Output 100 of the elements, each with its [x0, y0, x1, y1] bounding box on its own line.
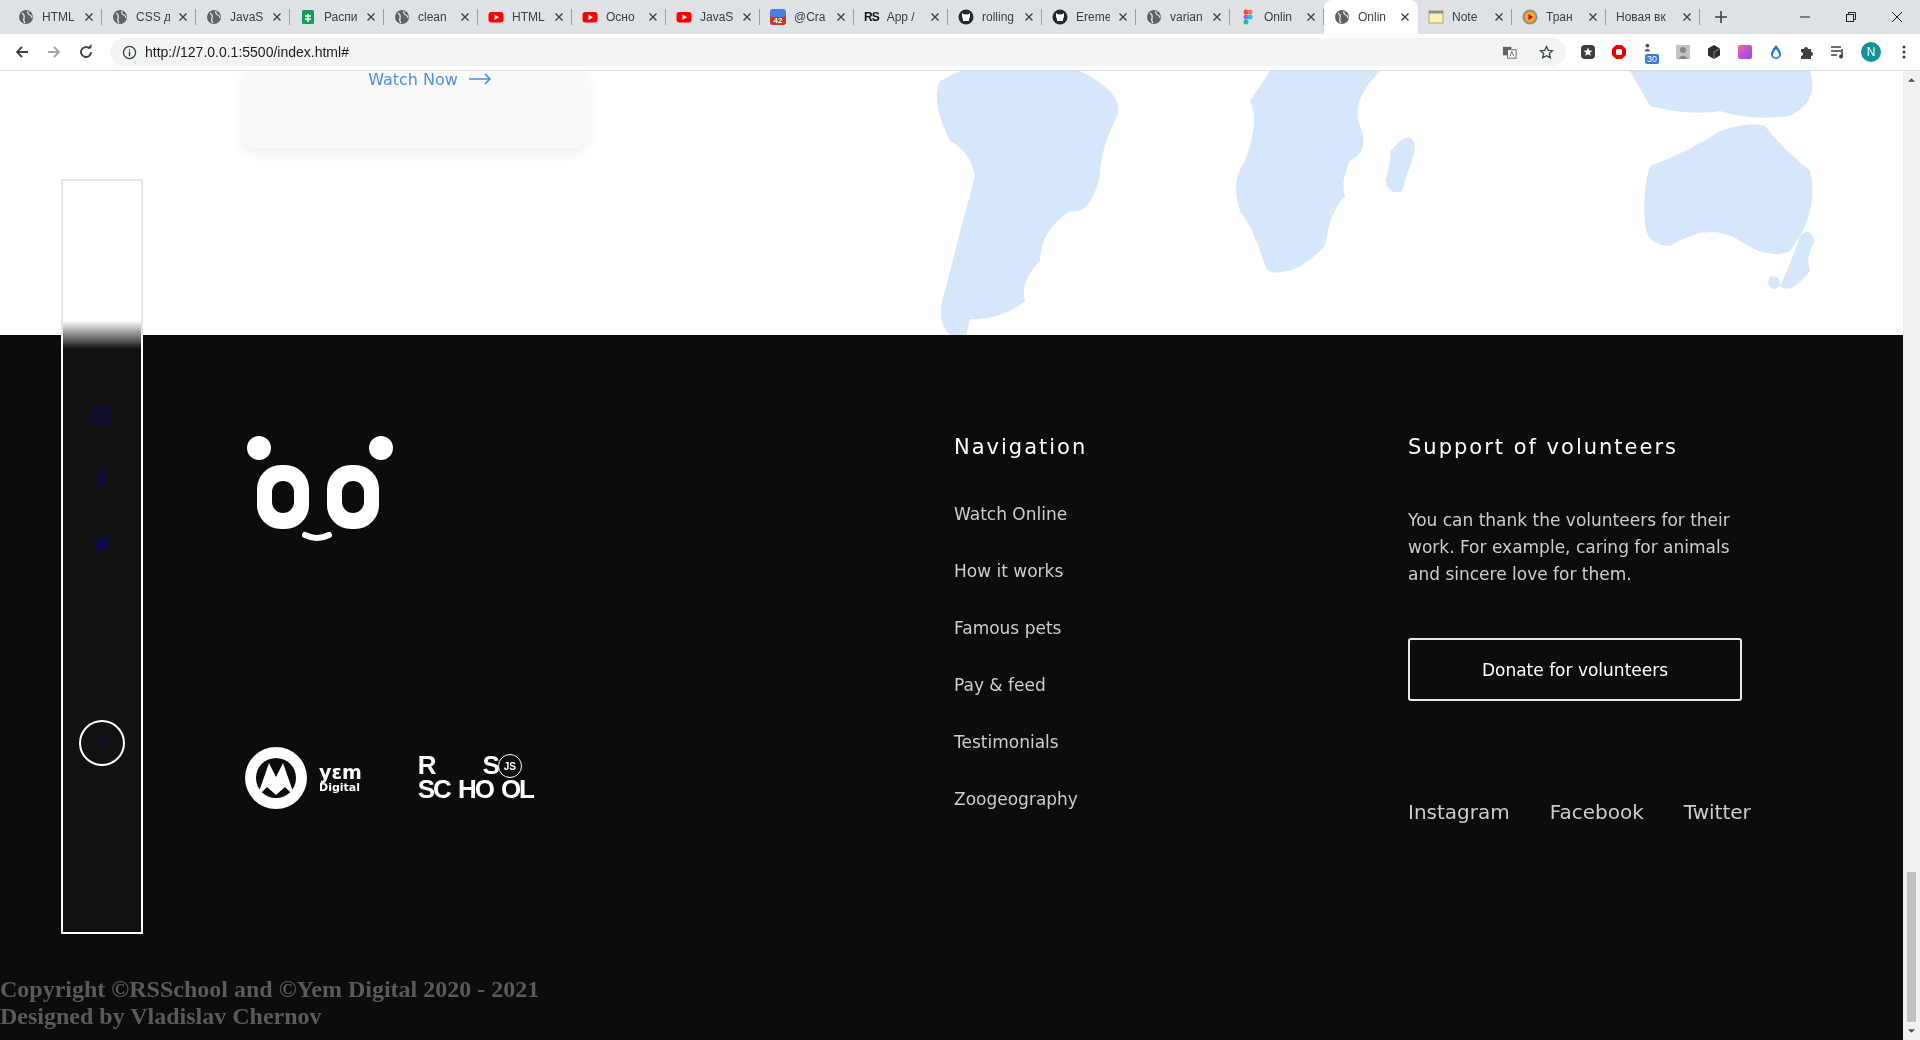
tab-title: clean	[418, 10, 448, 24]
browser-tab[interactable]: Onlin	[1324, 0, 1418, 34]
scrollbar-thumb[interactable]	[1907, 872, 1916, 1022]
tab-title: Note	[1452, 10, 1479, 24]
globe-icon	[206, 9, 222, 25]
support-text: You can thank the volunteers for their work. For example, caring for animals and sincere love for them.	[1408, 509, 1731, 586]
cat-icon	[1052, 9, 1068, 25]
spreadsheet-icon	[300, 9, 316, 25]
rs-school-logo[interactable]: R S JS SC HO OL	[417, 754, 533, 802]
scroll-up-button[interactable]	[79, 720, 125, 766]
globe-icon	[18, 9, 34, 25]
browser-tab[interactable]: 42 @Cra	[760, 0, 854, 34]
close-icon[interactable]	[742, 12, 752, 22]
profile-avatar[interactable]: N	[1861, 42, 1881, 62]
close-icon[interactable]	[554, 12, 564, 22]
close-icon[interactable]	[366, 12, 376, 22]
browser-tab[interactable]: CSS д	[102, 0, 196, 34]
close-icon[interactable]	[1024, 12, 1034, 22]
close-icon[interactable]	[836, 12, 846, 22]
close-icon[interactable]	[178, 12, 188, 22]
reload-icon[interactable]	[78, 44, 94, 60]
up-arrow-icon	[96, 735, 108, 751]
browser-tab[interactable]: HTML	[478, 0, 572, 34]
play-icon	[1522, 9, 1538, 25]
copyright-text: Copyright ©RSSchool and ©Yem Digital 2020 - 2021	[0, 976, 541, 1003]
footer-nav-link[interactable]: Zoogeography	[954, 789, 1408, 809]
navigation-heading: Navigation	[954, 435, 1089, 461]
close-icon[interactable]	[1212, 12, 1222, 22]
browser-tab[interactable]: JavaS	[666, 0, 760, 34]
tab-title: HTML	[42, 10, 76, 24]
social-link[interactable]: Instagram	[1408, 800, 1510, 824]
scroll-down-icon[interactable]	[1907, 1028, 1916, 1034]
close-icon[interactable]	[1682, 12, 1692, 22]
tab-title: App /	[886, 10, 916, 24]
social-link[interactable]: Facebook	[1549, 800, 1644, 824]
close-icon[interactable]	[1306, 12, 1316, 22]
footer-nav-link[interactable]: How it works	[954, 561, 1408, 581]
tab-title: JavaS	[700, 10, 734, 24]
close-icon[interactable]	[930, 12, 940, 22]
tab-title: Onlin	[1264, 10, 1293, 24]
browser-tab[interactable]: HTML	[8, 0, 102, 34]
browser-tab[interactable]: Ereme	[1042, 0, 1136, 34]
globe-icon	[1334, 9, 1350, 25]
browser-tab[interactable]: RS App /	[854, 0, 948, 34]
back-icon[interactable]	[14, 44, 30, 60]
play-icon	[582, 9, 598, 25]
tab-title: JavaS	[230, 10, 264, 24]
browser-tab[interactable]: Новая вк	[1606, 0, 1700, 34]
footer-nav-link[interactable]: Famous pets	[954, 618, 1408, 638]
play-icon	[488, 9, 504, 25]
globe-icon	[112, 9, 128, 25]
close-icon[interactable]	[1494, 12, 1504, 22]
browser-tab[interactable]: Note	[1418, 0, 1512, 34]
close-icon[interactable]	[1400, 12, 1410, 22]
footer-nav-link[interactable]: Pay & feed	[954, 675, 1408, 695]
close-icon[interactable]	[648, 12, 658, 22]
close-icon[interactable]	[84, 12, 94, 22]
tab-title: @Cra	[794, 10, 827, 24]
tab-title: rolling	[982, 10, 1015, 24]
close-icon[interactable]	[1588, 12, 1598, 22]
browser-tab[interactable]: varian	[1136, 0, 1230, 34]
drop-icon[interactable]	[1768, 44, 1784, 60]
cat-icon	[958, 9, 974, 25]
scroll-up-icon[interactable]	[1907, 77, 1916, 83]
copyright-text: Designed by Vladislav Chernov	[0, 1003, 323, 1030]
count-badge: 30	[1645, 54, 1659, 64]
footer-nav-link[interactable]: Testimonials	[954, 732, 1408, 752]
footer-nav-link[interactable]: Watch Online	[954, 504, 1408, 524]
tab-title: Ereme	[1076, 10, 1110, 24]
scrollbar[interactable]	[1903, 71, 1920, 1040]
tab-title: Тран	[1546, 10, 1574, 24]
browser-tab[interactable]: Тран	[1512, 0, 1606, 34]
playlist-icon[interactable]	[1830, 44, 1846, 60]
browser-tab[interactable]: clean	[384, 0, 478, 34]
browser-tab[interactable]: Onlin	[1230, 0, 1324, 34]
hand-icon[interactable]	[1611, 44, 1627, 60]
browser-tab[interactable]: JavaS	[196, 0, 290, 34]
browser-tab[interactable]: rolling	[948, 0, 1042, 34]
puzzle-icon[interactable]	[1799, 44, 1815, 60]
social-link[interactable]: Twitter	[1683, 800, 1751, 824]
play-icon	[676, 9, 692, 25]
close-icon[interactable]	[460, 12, 470, 22]
browser-tab[interactable]: Осно	[572, 0, 666, 34]
logo-icon: RS	[864, 11, 879, 23]
image-icon[interactable]	[1675, 44, 1691, 60]
browser-tab[interactable]: Распи	[290, 0, 384, 34]
translate-icon[interactable]	[1502, 44, 1517, 60]
close-icon[interactable]	[272, 12, 282, 22]
donate-button[interactable]: Donate for volunteers	[1408, 638, 1742, 701]
globe-icon	[394, 9, 410, 25]
new-tab-icon[interactable]	[1714, 10, 1728, 24]
arrow-icon	[467, 73, 492, 85]
star-icon[interactable]	[1539, 44, 1554, 60]
globe-icon	[1146, 9, 1162, 25]
close-icon[interactable]	[1118, 12, 1128, 22]
address-bar[interactable]: http://127.0.0.1:5500/index.html#	[110, 38, 1566, 66]
cube-icon[interactable]	[1706, 44, 1722, 60]
tab-title: Осно	[606, 10, 636, 24]
tab-title: Onlin	[1358, 10, 1387, 24]
gradient-icon[interactable]	[1737, 44, 1753, 60]
